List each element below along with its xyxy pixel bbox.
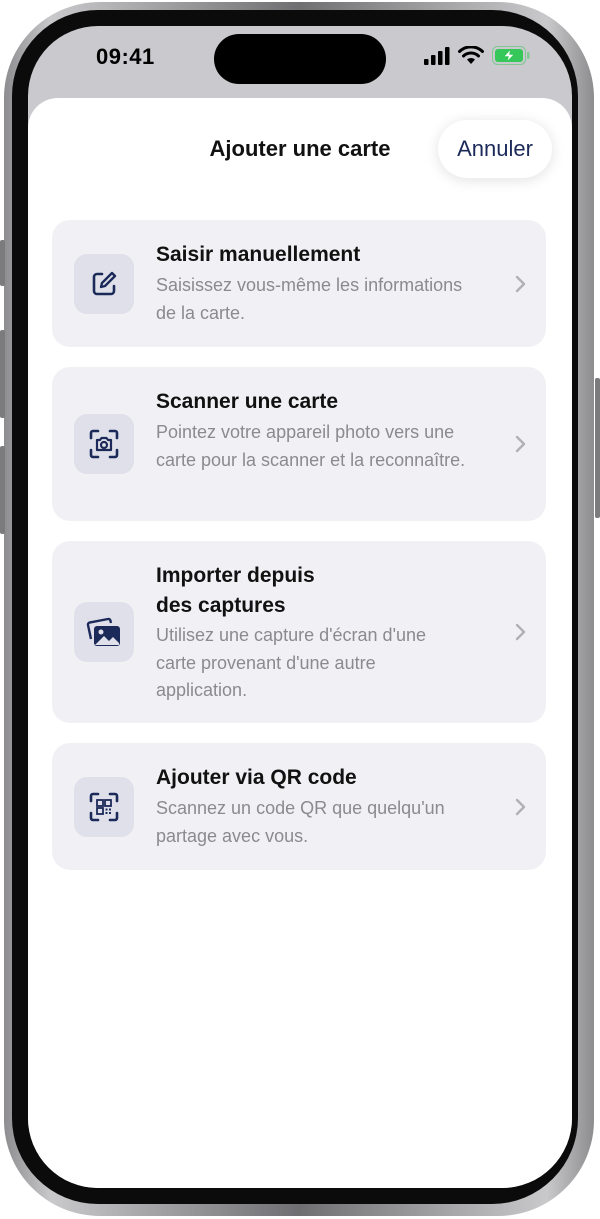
cellular-signal-icon (424, 46, 450, 65)
option-description: Pointez votre appareil photo vers une ca… (156, 422, 466, 470)
option-description: Utilisez une capture d'écran d'une carte… (156, 625, 427, 700)
option-enter-manually[interactable]: Saisir manuellement Saisissez vous-même … (52, 220, 546, 347)
screen: 09:41 Ajouter une carte Annuler Saisir m… (28, 26, 572, 1188)
volume-down-button (0, 446, 5, 534)
option-description: Scannez un code QR que quelqu'un partage… (156, 798, 445, 846)
wifi-icon (458, 46, 484, 64)
option-add-via-qr[interactable]: Ajouter via QR code Scannez un code QR q… (52, 743, 546, 870)
power-button (595, 378, 600, 518)
option-import-screenshots[interactable]: Importer depuis des captures Utilisez un… (52, 541, 546, 723)
option-title: Scanner une carte (156, 390, 339, 413)
action-button (0, 240, 5, 286)
status-icons (424, 46, 530, 65)
camera-scan-icon (74, 414, 134, 474)
qr-scan-icon (74, 777, 134, 837)
edit-icon (74, 254, 134, 314)
option-title: Saisir manuellement (156, 243, 361, 266)
volume-up-button (0, 330, 5, 418)
add-card-sheet: Ajouter une carte Annuler Saisir manuell… (28, 98, 572, 1188)
option-description: Saisissez vous-même les informations de … (156, 275, 463, 323)
option-title: Importer depuis des captures (156, 564, 315, 617)
option-title: Ajouter via QR code (156, 766, 357, 789)
status-time: 09:41 (96, 44, 155, 69)
cancel-button[interactable]: Annuler (438, 120, 552, 178)
chevron-right-icon (515, 798, 526, 816)
chevron-right-icon (515, 623, 526, 641)
photos-icon (74, 602, 134, 662)
battery-charging-icon (492, 46, 530, 65)
option-scan-card[interactable]: Scanner une carte Pointez votre appareil… (52, 367, 546, 521)
dynamic-island (214, 34, 386, 84)
chevron-right-icon (515, 435, 526, 453)
chevron-right-icon (515, 275, 526, 293)
